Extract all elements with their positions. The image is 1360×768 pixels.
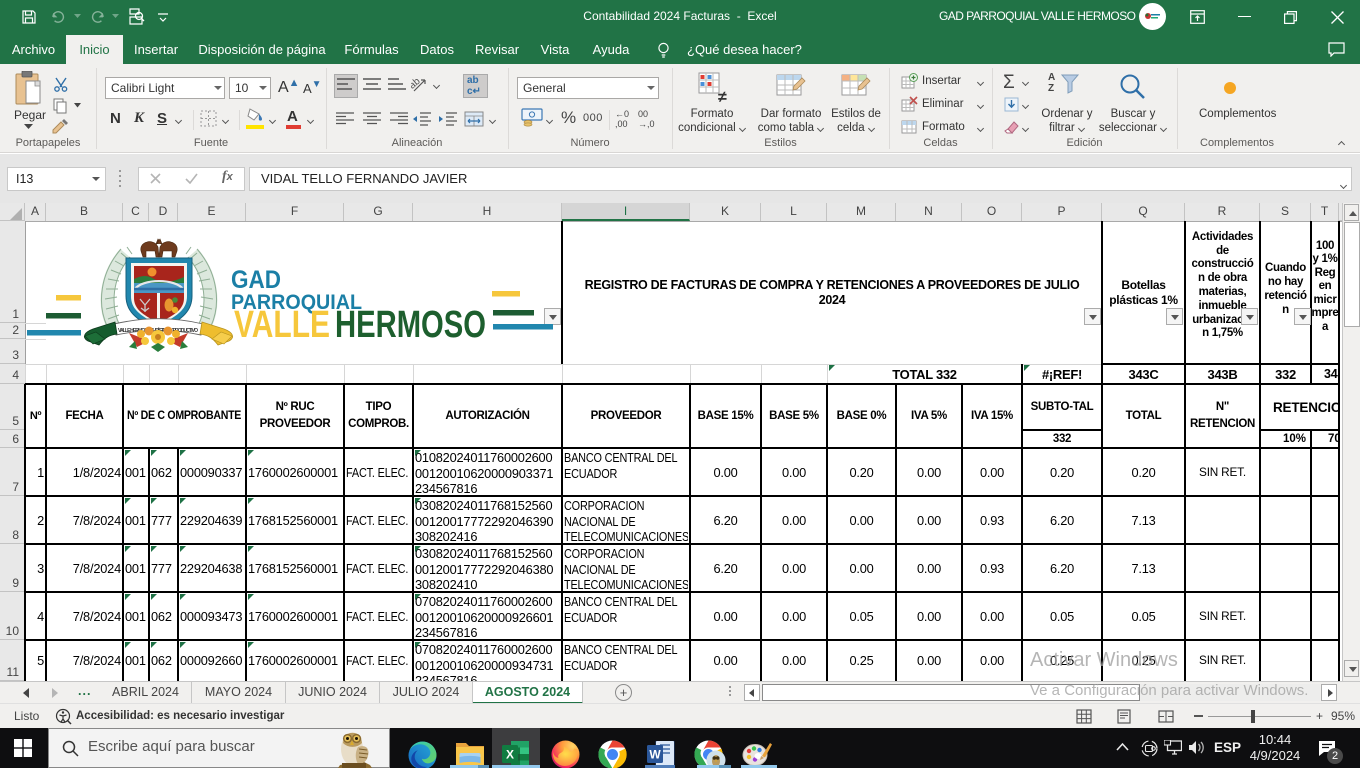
svg-text:W: W xyxy=(649,748,661,762)
svg-text:X: X xyxy=(506,748,514,762)
svg-text:VALLE: VALLE xyxy=(234,304,330,346)
svg-text:≠: ≠ xyxy=(718,89,727,104)
svg-text:HERMOSO: HERMOSO xyxy=(335,304,486,346)
svg-text:GAD: GAD xyxy=(231,266,281,294)
